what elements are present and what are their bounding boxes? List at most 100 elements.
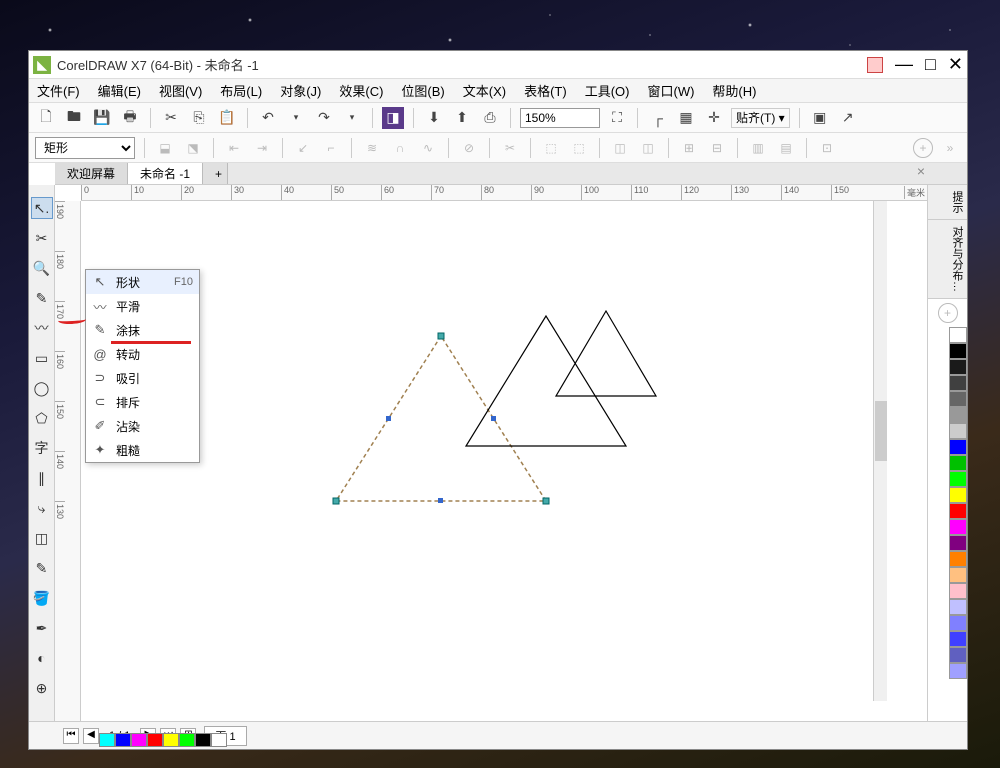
color-swatch[interactable]	[949, 487, 967, 503]
crop-tool[interactable]: ✂	[31, 227, 53, 249]
color-swatch[interactable]	[949, 519, 967, 535]
color-swatch[interactable]	[949, 375, 967, 391]
pb-icon[interactable]: ⬔	[182, 137, 204, 159]
menu-view[interactable]: 视图(V)	[159, 81, 202, 100]
options-icon[interactable]: ▣	[809, 107, 831, 129]
color-swatch[interactable]	[949, 567, 967, 583]
menu-effect[interactable]: 效果(C)	[339, 81, 383, 100]
grid-icon[interactable]: ▦	[675, 107, 697, 129]
color-swatch[interactable]	[949, 423, 967, 439]
status-color-swatch[interactable]	[147, 733, 163, 747]
outline-tool[interactable]: ✒	[31, 617, 53, 639]
search-icon[interactable]: ◨	[382, 107, 404, 129]
snap-dropdown[interactable]: 贴齐(T) ▾	[731, 108, 790, 128]
close-button[interactable]: ✕	[948, 54, 963, 75]
color-swatch[interactable]	[949, 471, 967, 487]
pb-icon[interactable]: ▤	[775, 137, 797, 159]
freehand-tool[interactable]: ✎	[31, 287, 53, 309]
open-icon[interactable]: 🖿	[63, 107, 85, 129]
color-swatch[interactable]	[949, 583, 967, 599]
menu-text[interactable]: 文本(X)	[463, 81, 506, 100]
ellipse-tool[interactable]: ◯	[31, 377, 53, 399]
color-swatch[interactable]	[949, 551, 967, 567]
status-color-swatch[interactable]	[179, 733, 195, 747]
color-swatch[interactable]	[949, 647, 967, 663]
color-swatch[interactable]	[949, 535, 967, 551]
cut-icon[interactable]: ✂	[160, 107, 182, 129]
pb-icon[interactable]: ▥	[747, 137, 769, 159]
flyout-item-3[interactable]: @转动	[86, 342, 199, 366]
color-swatch[interactable]	[949, 439, 967, 455]
status-color-swatch[interactable]	[115, 733, 131, 747]
status-color-swatch[interactable]	[195, 733, 211, 747]
pb-icon[interactable]: ↙	[292, 137, 314, 159]
color-swatch[interactable]	[949, 631, 967, 647]
pb-icon[interactable]: ⊡	[816, 137, 838, 159]
color-swatch[interactable]	[949, 615, 967, 631]
pb-icon[interactable]: ⊘	[458, 137, 480, 159]
tab-close-icon[interactable]: ×	[917, 163, 925, 179]
pick-tool[interactable]: ↖	[31, 185, 53, 189]
triangle-3[interactable]	[551, 306, 661, 401]
add-prop-icon[interactable]: +	[913, 138, 933, 158]
menu-file[interactable]: 文件(F)	[37, 81, 80, 100]
pb-icon[interactable]: ◫	[637, 137, 659, 159]
flyout-item-0[interactable]: ↖形状F10	[86, 270, 199, 294]
menu-edit[interactable]: 编辑(E)	[98, 81, 141, 100]
pb-icon[interactable]: ⬚	[540, 137, 562, 159]
menu-tools[interactable]: 工具(O)	[585, 81, 630, 100]
pb-icon[interactable]: ⇥	[251, 137, 273, 159]
paste-icon[interactable]: 📋	[216, 107, 238, 129]
menu-layout[interactable]: 布局(L)	[220, 81, 262, 100]
pb-icon[interactable]: ⊞	[678, 137, 700, 159]
hints-tab[interactable]: 提示	[928, 185, 967, 220]
guides-icon[interactable]: ✛	[703, 107, 725, 129]
scrollbar-vertical[interactable]	[873, 201, 887, 701]
pb-icon[interactable]: ≋	[361, 137, 383, 159]
fill-tool[interactable]: 🪣	[31, 587, 53, 609]
rectangle-tool[interactable]: ▭	[31, 347, 53, 369]
flyout-item-6[interactable]: ✐沾染	[86, 414, 199, 438]
status-color-swatch[interactable]	[99, 733, 115, 747]
pb-icon[interactable]: ∩	[389, 137, 411, 159]
pb-icon[interactable]: ∿	[417, 137, 439, 159]
align-tab[interactable]: 对齐与分布…	[928, 220, 967, 299]
pb-icon[interactable]: ⌐	[320, 137, 342, 159]
undo-icon[interactable]: ↶	[257, 107, 279, 129]
more-icon[interactable]: »	[939, 137, 961, 159]
add-docker-icon[interactable]: +	[938, 303, 958, 323]
pb-icon[interactable]: ◫	[609, 137, 631, 159]
eyedropper-tool[interactable]: ✎	[31, 557, 53, 579]
fullscreen-icon[interactable]: ⛶	[606, 107, 628, 129]
pb-icon[interactable]: ⊟	[706, 137, 728, 159]
flyout-item-5[interactable]: ⊂排斥	[86, 390, 199, 414]
status-color-swatch[interactable]	[211, 733, 227, 747]
status-color-swatch[interactable]	[131, 733, 147, 747]
flyout-item-1[interactable]: 〰平滑	[86, 294, 199, 318]
color-swatch[interactable]	[949, 663, 967, 679]
color-swatch[interactable]	[949, 359, 967, 375]
page-first[interactable]: ⏮	[63, 728, 79, 744]
rulers-icon[interactable]: ┌	[647, 107, 669, 129]
transparency-tool[interactable]: ◐	[31, 647, 53, 669]
color-swatch[interactable]	[949, 407, 967, 423]
text-tool[interactable]: 字	[31, 437, 53, 459]
color-swatch[interactable]	[949, 599, 967, 615]
pb-icon[interactable]: ⬓	[154, 137, 176, 159]
menu-window[interactable]: 窗口(W)	[647, 81, 694, 100]
polygon-tool[interactable]: ⬠	[31, 407, 53, 429]
menu-table[interactable]: 表格(T)	[524, 81, 567, 100]
color-swatch[interactable]	[949, 327, 967, 343]
user-icon[interactable]	[867, 57, 883, 73]
tab-add[interactable]: +	[203, 163, 228, 184]
pb-icon[interactable]: ⬚	[568, 137, 590, 159]
menu-bitmap[interactable]: 位图(B)	[401, 81, 444, 100]
copy-icon[interactable]: ⎘	[188, 107, 210, 129]
canvas[interactable]	[81, 201, 927, 721]
maximize-button[interactable]: □	[925, 54, 936, 75]
import-icon[interactable]: ⬇	[423, 107, 445, 129]
color-swatch[interactable]	[949, 343, 967, 359]
menu-object[interactable]: 对象(J)	[280, 81, 321, 100]
publish-icon[interactable]: ⎙	[479, 107, 501, 129]
pb-icon[interactable]: ⇤	[223, 137, 245, 159]
